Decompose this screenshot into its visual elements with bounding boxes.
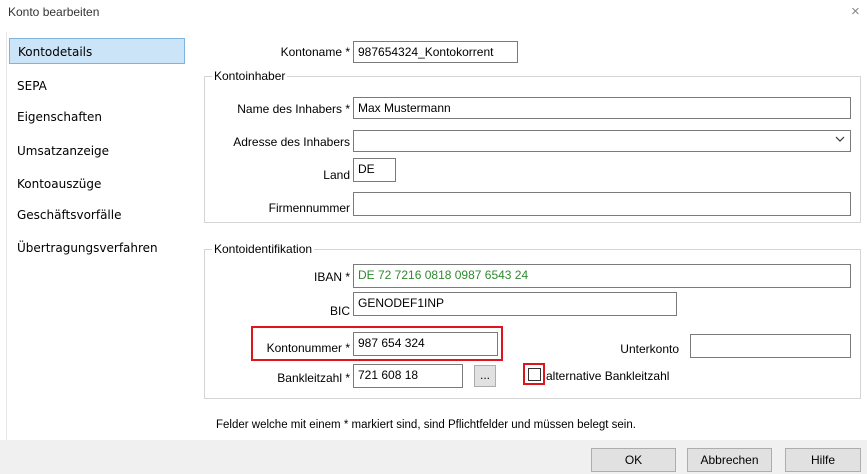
sidebar-nav: Kontodetails SEPA Eigenschaften Umsatzan…: [6, 32, 193, 440]
alternative-blz-checkbox[interactable]: [528, 368, 541, 381]
window-title: Konto bearbeiten: [8, 5, 100, 19]
bankleitzahl-field[interactable]: 721 608 18: [353, 364, 463, 388]
cancel-button[interactable]: Abbrechen: [687, 448, 772, 472]
adresse-select[interactable]: [353, 130, 851, 152]
sidebar-item-kontodetails[interactable]: Kontodetails: [9, 38, 185, 64]
sidebar-item-umsatzanzeige[interactable]: Umsatzanzeige: [9, 138, 185, 164]
unterkonto-field[interactable]: [690, 334, 851, 358]
firmennummer-label: Firmennummer: [268, 201, 350, 215]
kontoinhaber-legend: Kontoinhaber: [212, 69, 288, 83]
sidebar-item-eigenschaften[interactable]: Eigenschaften: [9, 104, 185, 130]
unterkonto-label: Unterkonto: [620, 342, 679, 356]
adresse-label: Adresse des Inhabers: [233, 135, 350, 149]
kontoname-label: Kontoname *: [280, 45, 350, 59]
land-field[interactable]: DE: [353, 158, 396, 182]
bic-label: BIC: [329, 304, 350, 318]
sidebar-item-geschaeftsvorfaelle[interactable]: Geschäftsvorfälle: [9, 202, 185, 228]
bic-field[interactable]: GENODEF1INP: [353, 292, 677, 316]
sidebar-item-kontoauszuege[interactable]: Kontoauszüge: [9, 171, 185, 197]
iban-field[interactable]: DE 72 7216 0818 0987 6543 24: [353, 264, 851, 288]
firmennummer-field[interactable]: [353, 192, 851, 216]
bankleitzahl-browse-button[interactable]: ...: [474, 365, 496, 387]
sidebar-item-uebertragungsverfahren[interactable]: Übertragungsverfahren: [9, 235, 185, 261]
chevron-down-icon[interactable]: [834, 133, 846, 148]
sidebar-item-sepa[interactable]: SEPA: [9, 73, 185, 99]
help-button[interactable]: Hilfe: [785, 448, 861, 472]
land-label: Land: [323, 168, 350, 182]
kontonummer-label: Kontonummer *: [266, 341, 350, 355]
name-label: Name des Inhabers *: [237, 102, 350, 116]
name-field[interactable]: Max Mustermann: [353, 97, 851, 119]
kontoidentifikation-legend: Kontoidentifikation: [212, 242, 315, 256]
alternative-blz-label: alternative Bankleitzahl: [546, 369, 670, 383]
kontoname-field[interactable]: 987654324_Kontokorrent: [353, 41, 518, 63]
ok-button[interactable]: OK: [591, 448, 676, 472]
bankleitzahl-label: Bankleitzahl *: [277, 371, 350, 385]
close-icon[interactable]: ×: [851, 3, 860, 20]
kontonummer-field[interactable]: 987 654 324: [353, 332, 498, 356]
required-fields-note: Felder welche mit einem * markiert sind,…: [216, 419, 636, 431]
iban-label: IBAN *: [313, 270, 350, 284]
